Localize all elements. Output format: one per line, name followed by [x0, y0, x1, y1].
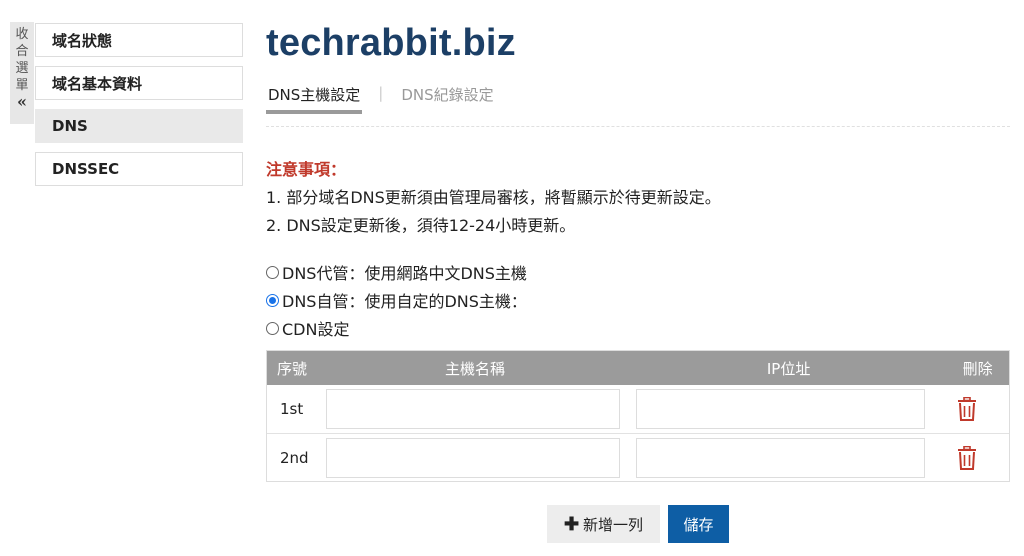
delete-row-button[interactable]	[925, 397, 1009, 421]
table-row: 2nd	[267, 433, 1009, 481]
radio-option-dns-hosted[interactable]: DNS代管：使用網路中文DNS主機	[266, 260, 527, 284]
radio-button[interactable]	[266, 265, 279, 279]
tab-dns-host-settings[interactable]: DNS主機設定	[266, 84, 363, 114]
sidebar-item-label: 域名基本資料	[52, 74, 143, 93]
save-button[interactable]: 儲存	[668, 505, 729, 543]
trash-icon	[957, 397, 976, 421]
column-header-seq: 序號	[277, 359, 308, 378]
radio-button[interactable]	[266, 321, 279, 335]
row-seq: 2nd	[280, 448, 309, 467]
notice-title: 注意事項：	[266, 160, 347, 179]
sidebar: 域名狀態 域名基本資料 DNS DNSSEC	[35, 23, 243, 195]
tab-separator: |	[378, 84, 384, 102]
row-seq: 1st	[280, 400, 304, 418]
sidebar-item-domain-status[interactable]: 域名狀態	[35, 23, 243, 57]
table-row: 1st	[267, 385, 1009, 433]
radio-label: CDN設定	[282, 320, 350, 339]
ip-input[interactable]	[635, 389, 925, 429]
collapse-char: 收	[15, 27, 29, 42]
dns-host-table: 序號 主機名稱 IP位址 刪除 1st 2nd	[266, 350, 1010, 482]
delete-row-button[interactable]	[925, 445, 1009, 470]
radio-label: DNS代管：使用網路中文DNS主機	[282, 264, 527, 283]
column-header-hostname: 主機名稱	[444, 359, 505, 378]
notice-line: 1. 部分域名DNS更新須由管理局審核，將暫顯示於待更新設定。	[266, 188, 721, 207]
trash-icon	[957, 445, 976, 470]
collapse-char: 合	[15, 44, 29, 59]
sidebar-item-domain-info[interactable]: 域名基本資料	[35, 66, 243, 100]
divider	[266, 126, 1010, 127]
hostname-input[interactable]	[325, 437, 620, 478]
collapse-char: 選	[15, 61, 29, 76]
hostname-input[interactable]	[325, 389, 620, 429]
page-title: techrabbit.biz	[266, 22, 516, 64]
radio-label: DNS自管：使用自定的DNS主機：	[282, 292, 527, 311]
collapse-menu-toggle[interactable]: 收 合 選 單 «	[10, 22, 34, 124]
sidebar-item-label: DNSSEC	[52, 160, 120, 178]
tab-dns-record-settings[interactable]: DNS紀錄設定	[399, 84, 495, 110]
sidebar-item-label: DNS	[52, 117, 88, 135]
radio-option-cdn[interactable]: CDN設定	[266, 316, 349, 340]
radio-option-dns-self-managed[interactable]: DNS自管：使用自定的DNS主機：	[266, 288, 527, 312]
ip-input[interactable]	[635, 437, 925, 478]
double-chevron-left-icon: «	[17, 92, 27, 111]
sidebar-item-dnssec[interactable]: DNSSEC	[35, 152, 243, 186]
sidebar-item-label: 域名狀態	[52, 31, 113, 50]
notice-line: 2. DNS設定更新後，須待12-24小時更新。	[266, 216, 576, 235]
sidebar-item-dns[interactable]: DNS	[35, 109, 243, 143]
column-header-delete: 刪除	[962, 359, 993, 378]
radio-button[interactable]	[266, 293, 279, 307]
add-row-label: 新增一列	[583, 516, 644, 534]
tab-bar: DNS主機設定 | DNS紀錄設定	[266, 84, 496, 114]
add-row-button[interactable]: ✚ 新增一列	[547, 505, 660, 543]
collapse-menu-label: 收 合 選 單	[10, 26, 34, 94]
plus-icon: ✚	[563, 513, 580, 534]
table-header: 序號 主機名稱 IP位址 刪除	[267, 351, 1009, 385]
column-header-ip: IP位址	[766, 359, 811, 378]
save-label: 儲存	[683, 516, 714, 534]
